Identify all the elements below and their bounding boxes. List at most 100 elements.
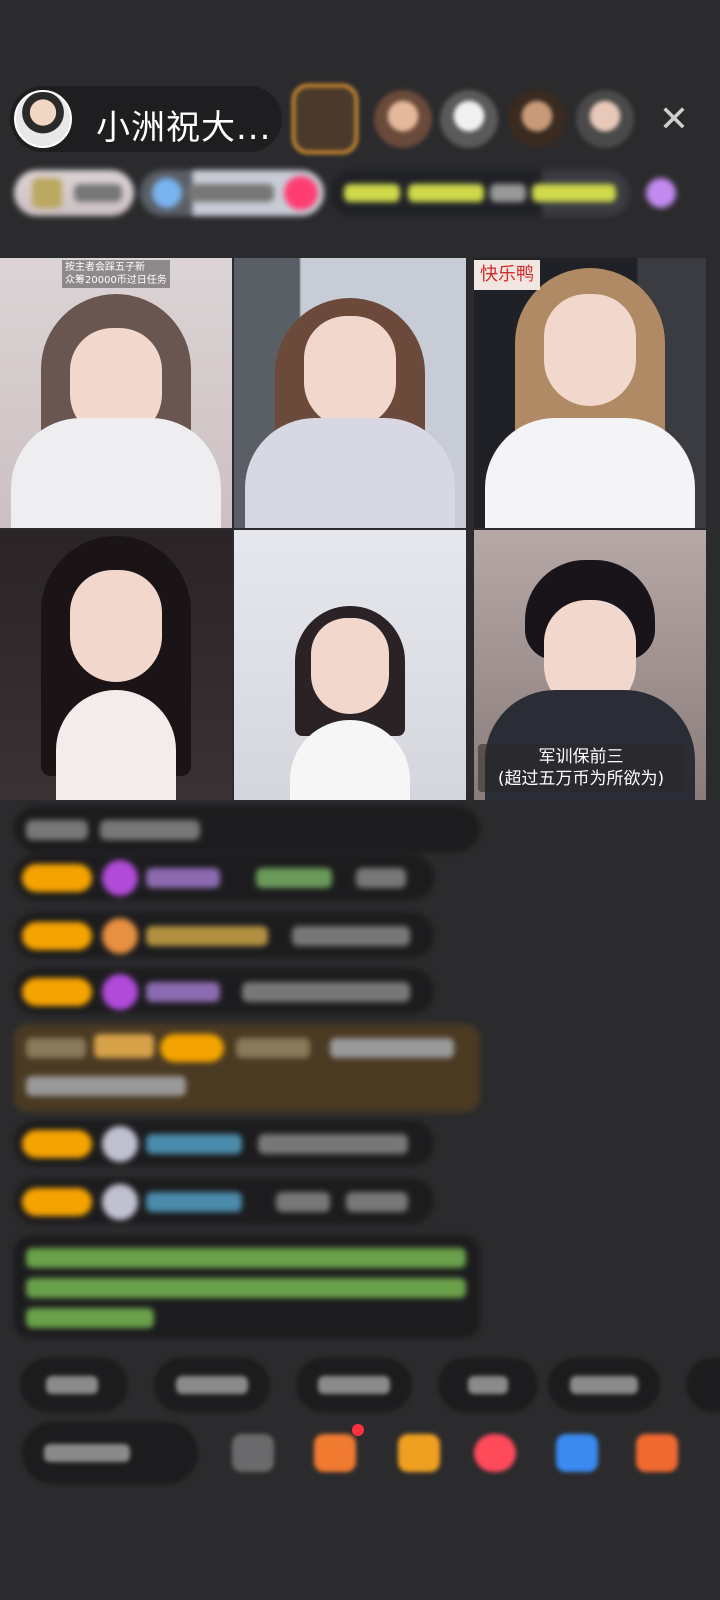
- host-info-pill[interactable]: 小洲祝大...: [10, 86, 282, 152]
- video-seat-4[interactable]: [0, 530, 232, 800]
- level-badge: [160, 1034, 224, 1062]
- blurred-text: [356, 868, 406, 888]
- level-badge: [22, 1130, 92, 1158]
- blurred-text: [408, 184, 484, 202]
- blurred-text: [146, 1134, 242, 1154]
- blurred-text: [146, 1192, 242, 1212]
- blurred-text: [346, 1192, 408, 1212]
- blurred-text: [292, 926, 410, 946]
- top-viewer-avatar-4[interactable]: [508, 90, 566, 148]
- quick-reply-chip[interactable]: [548, 1358, 660, 1412]
- top-viewer-avatar-2[interactable]: [374, 90, 432, 148]
- system-notice: [14, 1236, 480, 1338]
- top-viewer-avatar-3[interactable]: [440, 90, 498, 148]
- chat-message: [14, 968, 434, 1014]
- emoji-icon[interactable]: [232, 1434, 274, 1472]
- blurred-text: [146, 926, 268, 946]
- rank-icon: [32, 178, 62, 208]
- blurred-text: [188, 184, 274, 202]
- bottom-toolbar: [22, 1422, 712, 1484]
- gift-icon[interactable]: [636, 1434, 678, 1472]
- multi-guest-video-grid: 按主者会踩五子新 众筹20000币过日任务 快乐鸭 军训保前三 (超过五万币为所…: [0, 258, 706, 800]
- level-badge: [22, 1188, 92, 1216]
- chat-message: [14, 912, 434, 958]
- video-seat-5[interactable]: [234, 530, 466, 800]
- blurred-text: [100, 820, 200, 840]
- blurred-text: [146, 868, 220, 888]
- blurred-text: [26, 1308, 154, 1328]
- blurred-text: [490, 184, 526, 202]
- blurred-text: [318, 1376, 390, 1394]
- fan-club-icon[interactable]: [474, 1434, 516, 1472]
- video-seat-2[interactable]: [234, 258, 466, 528]
- blurred-text: [532, 184, 616, 202]
- seat-task-line-1: 按主者会踩五子新: [65, 262, 145, 273]
- person-face: [70, 570, 162, 682]
- blurred-text: [570, 1376, 638, 1394]
- host-name[interactable]: 小洲祝大...: [96, 100, 271, 149]
- user-avatar: [102, 1126, 138, 1162]
- seat-task-line-2: 众筹20000币过日任务: [65, 275, 167, 286]
- chat-message-highlight: [14, 1024, 480, 1112]
- chat-message: [14, 1178, 434, 1224]
- gift-icon: [646, 178, 676, 208]
- person-clothing: [56, 690, 176, 800]
- seat-caption: 军训保前三 (超过五万币为所欲为): [478, 744, 684, 792]
- quick-reply-chip[interactable]: [296, 1358, 412, 1412]
- fan-badge-icon: [102, 860, 138, 896]
- quick-reply-chip[interactable]: [438, 1358, 538, 1412]
- chat-message: [14, 1120, 434, 1166]
- person-face: [304, 316, 396, 428]
- blurred-text: [26, 1278, 466, 1298]
- blurred-text: [236, 1038, 310, 1058]
- top-viewer-avatar-1[interactable]: [292, 84, 358, 154]
- quick-reply-chip[interactable]: [154, 1358, 270, 1412]
- blurred-text: [242, 982, 410, 1002]
- video-seat-1[interactable]: 按主者会踩五子新 众筹20000币过日任务: [0, 258, 232, 528]
- blurred-text: [276, 1192, 330, 1212]
- blurred-text: [94, 1034, 154, 1058]
- host-avatar[interactable]: [14, 90, 72, 148]
- comment-input[interactable]: [22, 1422, 198, 1484]
- level-badge: [22, 922, 92, 950]
- popularity-icon: [152, 178, 182, 208]
- close-icon[interactable]: ✕: [654, 100, 694, 140]
- chat-message: [14, 854, 434, 900]
- person-clothing: [485, 418, 695, 528]
- top-viewer-avatar-5[interactable]: [576, 90, 634, 148]
- blurred-text: [330, 1038, 454, 1058]
- seat-caption-line-1: 军训保前三: [538, 747, 624, 767]
- quick-reply-chip[interactable]: [20, 1358, 128, 1412]
- person-clothing: [11, 418, 221, 528]
- level-badge: [22, 864, 92, 892]
- task-icon[interactable]: [314, 1434, 356, 1472]
- user-avatar: [102, 1184, 138, 1220]
- blurred-text: [74, 184, 122, 202]
- quick-reply-row: [20, 1358, 720, 1412]
- blurred-text: [258, 1134, 408, 1154]
- blurred-text: [46, 1376, 98, 1394]
- seat-task-tag: 按主者会踩五子新 众筹20000币过日任务: [62, 260, 170, 288]
- blurred-text: [26, 1248, 466, 1268]
- top-bar: 小洲祝大... ✕: [10, 84, 710, 154]
- blurred-text: [146, 982, 220, 1002]
- fan-badge-icon: [102, 974, 138, 1010]
- person-face: [544, 294, 636, 406]
- blurred-text: [256, 868, 332, 888]
- gift-box-icon[interactable]: [398, 1434, 440, 1472]
- blurred-text: [176, 1376, 248, 1394]
- quick-reply-chip[interactable]: [686, 1358, 720, 1412]
- person-face: [311, 618, 389, 714]
- share-icon[interactable]: [556, 1434, 598, 1472]
- seat-name-tag: 快乐鸭: [474, 260, 540, 290]
- level-badge: [22, 978, 92, 1006]
- blurred-text: [468, 1376, 508, 1394]
- blurred-text: [344, 184, 400, 202]
- blurred-text: [26, 1038, 86, 1058]
- video-seat-3[interactable]: 快乐鸭: [474, 258, 706, 528]
- badges-row: [14, 170, 690, 488]
- notification-dot: [352, 1424, 364, 1436]
- video-seat-6[interactable]: 军训保前三 (超过五万币为所欲为): [474, 530, 706, 800]
- blurred-text: [44, 1444, 130, 1462]
- person-clothing: [245, 418, 455, 528]
